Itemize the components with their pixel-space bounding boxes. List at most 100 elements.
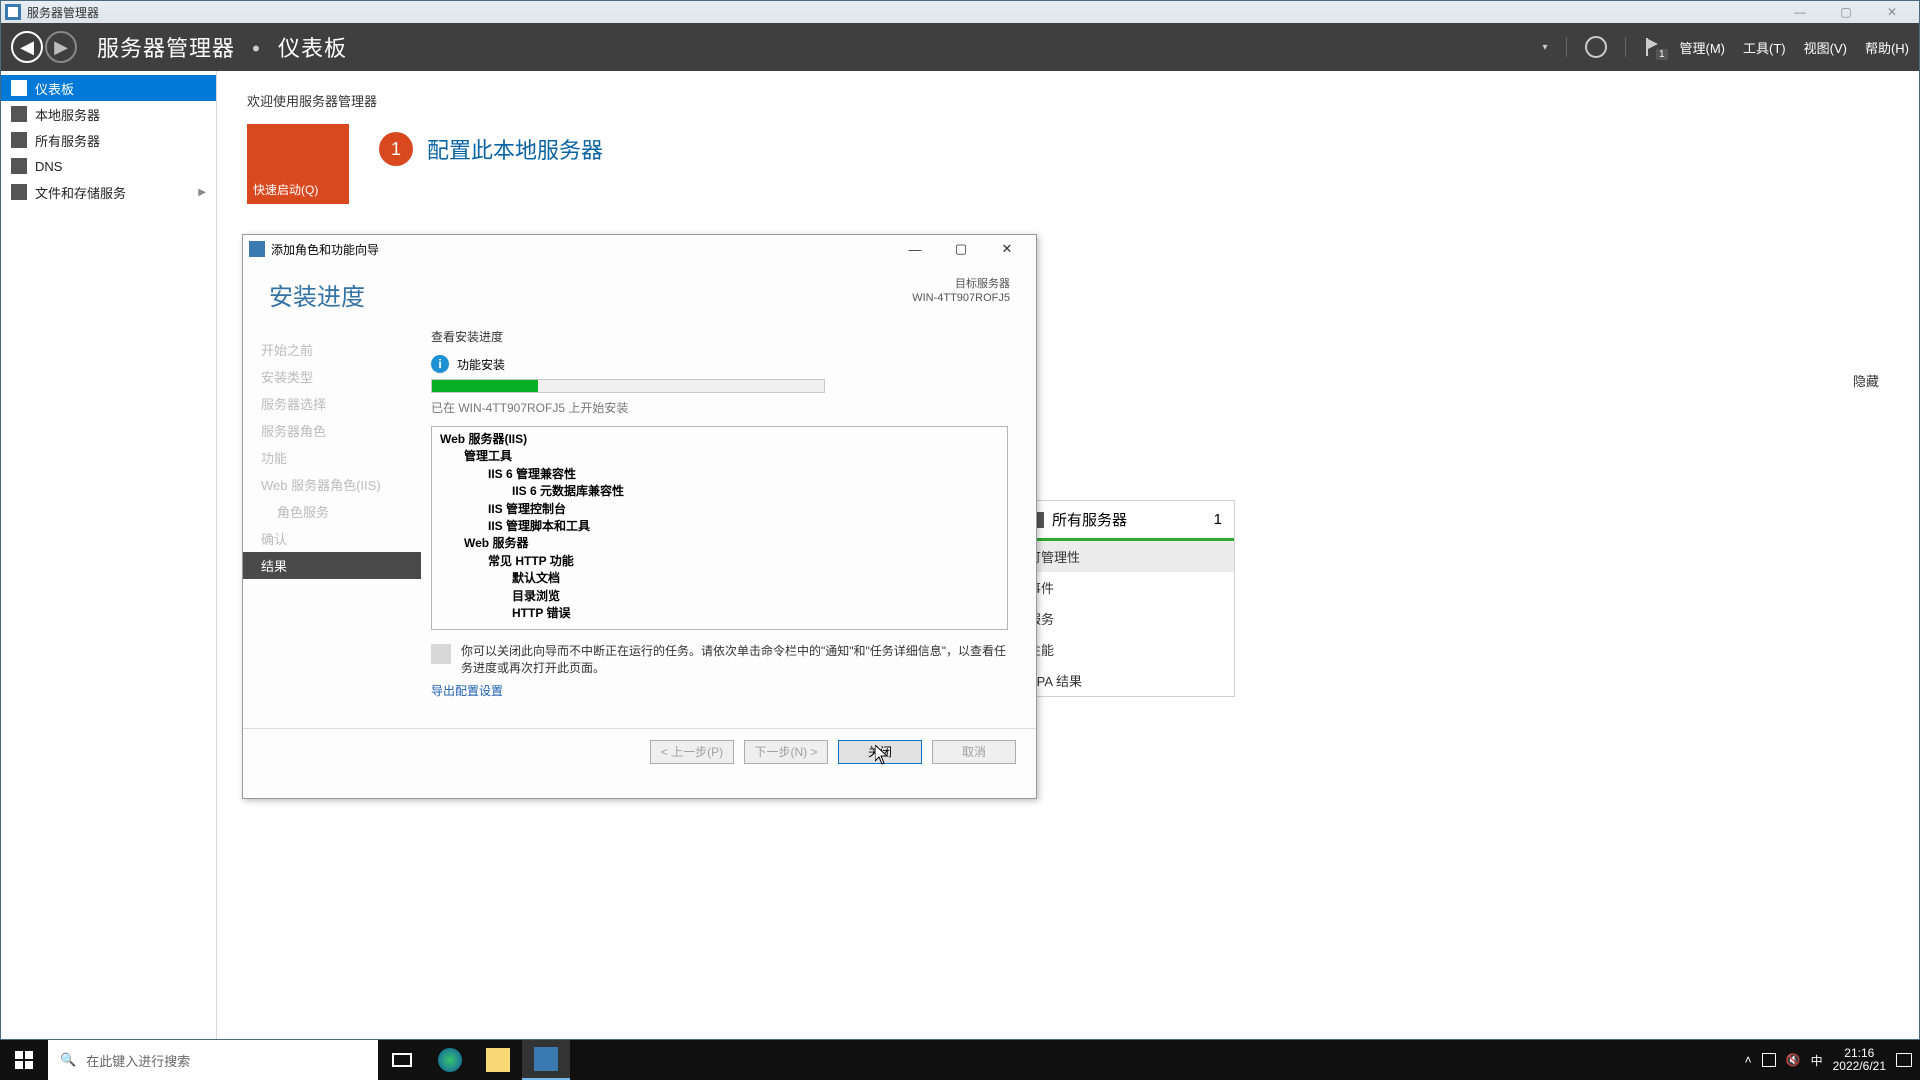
wizard-maximize-button[interactable]: ▢: [938, 236, 984, 262]
card-row-events[interactable]: 事件: [1016, 572, 1234, 603]
taskbar-app-edge[interactable]: [426, 1040, 474, 1080]
tray-clock[interactable]: 21:16 2022/6/21: [1833, 1047, 1886, 1073]
install-progress-bar: [431, 379, 825, 393]
tree-item: 常见 HTTP 功能: [440, 553, 999, 570]
wizard-step: 确认: [243, 525, 421, 552]
sidebar-item-file-storage[interactable]: 文件和存储服务▶: [1, 179, 216, 205]
edge-icon: [438, 1048, 462, 1072]
taskbar-app-explorer[interactable]: [474, 1040, 522, 1080]
search-icon: 🔍: [60, 1052, 76, 1068]
wizard-heading: 安装进度: [269, 277, 365, 312]
wizard-step: 功能: [243, 444, 421, 471]
menu-help[interactable]: 帮助(H): [1865, 38, 1909, 57]
folder-icon: [486, 1048, 510, 1072]
card-row-services[interactable]: 服务: [1016, 603, 1234, 634]
server-manager-icon: [5, 4, 21, 20]
tree-item: Web 服务器(IIS): [440, 431, 999, 448]
card-row-performance[interactable]: 性能: [1016, 634, 1234, 665]
sidebar-item-all-servers[interactable]: 所有服务器: [1, 127, 216, 153]
wizard-step: Web 服务器角色(IIS): [243, 471, 421, 498]
servers-icon: [11, 132, 27, 148]
task-view-icon: [392, 1053, 412, 1067]
start-button[interactable]: [0, 1040, 48, 1080]
wizard-icon: [249, 241, 265, 257]
sidebar: 仪表板 本地服务器 所有服务器 DNS 文件和存储服务▶: [1, 71, 217, 1039]
server-icon: [11, 106, 27, 122]
info-icon: i: [431, 355, 449, 373]
wizard-next-button: 下一步(N) >: [744, 740, 828, 764]
wizard-step-list: 开始之前 安装类型 服务器选择 服务器角色 功能 Web 服务器角色(IIS) …: [243, 318, 421, 728]
taskbar-app-server-manager[interactable]: [522, 1040, 570, 1080]
card-title: 所有服务器: [1052, 509, 1127, 530]
sidebar-item-local-server[interactable]: 本地服务器: [1, 101, 216, 127]
progress-subheading: 查看安装进度: [431, 328, 1008, 345]
target-server-name: WIN-4TT907ROFJ5: [912, 291, 1010, 305]
dns-icon: [11, 158, 27, 174]
sidebar-item-dns[interactable]: DNS: [1, 153, 216, 179]
menu-tools[interactable]: 工具(T): [1743, 38, 1786, 57]
dashboard-icon: [11, 80, 27, 96]
wizard-title: 添加角色和功能向导: [271, 241, 379, 258]
install-feature-tree[interactable]: Web 服务器(IIS) 管理工具 IIS 6 管理兼容性 IIS 6 元数据库…: [431, 426, 1008, 630]
breadcrumb-root[interactable]: 服务器管理器: [97, 36, 235, 61]
wizard-close-action-button[interactable]: 关闭: [838, 740, 922, 764]
wizard-step-active: 结果: [243, 552, 421, 579]
tree-item: IIS 管理脚本和工具: [440, 518, 999, 535]
breadcrumb-current: 仪表板: [278, 36, 347, 61]
nav-forward-button: ▶: [45, 31, 77, 63]
nav-back-button[interactable]: ◀: [11, 31, 43, 63]
tree-item: IIS 6 元数据库兼容性: [440, 483, 999, 500]
sidebar-item-dashboard[interactable]: 仪表板: [1, 75, 216, 101]
server-manager-taskbar-icon: [534, 1047, 558, 1071]
search-placeholder: 在此键入进行搜索: [86, 1051, 190, 1070]
breadcrumb: 服务器管理器 • 仪表板: [97, 31, 347, 63]
refresh-icon[interactable]: [1585, 36, 1607, 58]
menu-manage[interactable]: 管理(M): [1680, 38, 1726, 57]
configure-server-link[interactable]: 配置此本地服务器: [427, 133, 603, 165]
export-config-link[interactable]: 导出配置设置: [431, 682, 503, 699]
wizard-prev-button: < 上一步(P): [650, 740, 734, 764]
tree-item: Web 服务器: [440, 535, 999, 552]
windows-logo-icon: [15, 1051, 33, 1069]
tree-item: 默认文档: [440, 570, 999, 587]
wizard-note-text: 你可以关闭此向导而不中断正在运行的任务。请依次单击命令栏中的"通知"和"任务详细…: [461, 642, 1008, 676]
menu-view[interactable]: 视图(V): [1804, 38, 1847, 57]
taskbar: 🔍 在此键入进行搜索 ˄ 🔇 中 21:16 2022/6/21: [0, 1040, 1920, 1080]
quick-start-tile[interactable]: 快速启动(Q): [247, 124, 349, 204]
task-view-button[interactable]: [378, 1040, 426, 1080]
notifications-flag-icon[interactable]: 1: [1644, 38, 1662, 56]
wizard-minimize-button[interactable]: —: [892, 236, 938, 262]
welcome-heading: 欢迎使用服务器管理器: [247, 91, 1889, 110]
tray-volume-icon[interactable]: 🔇: [1786, 1053, 1801, 1067]
tree-item: HTTP 错误: [440, 605, 999, 622]
wizard-cancel-button: 取消: [932, 740, 1016, 764]
dropdown-caret-icon[interactable]: ▾: [1542, 42, 1547, 53]
tray-network-icon[interactable]: [1762, 1053, 1776, 1067]
tree-item: 管理工具: [440, 448, 999, 465]
app-titlebar: 服务器管理器 — ▢ ✕: [1, 1, 1919, 23]
close-button[interactable]: ✕: [1869, 1, 1915, 23]
wizard-step: 安装类型: [243, 363, 421, 390]
wizard-close-button[interactable]: ✕: [984, 236, 1030, 262]
add-roles-wizard-dialog: 添加角色和功能向导 — ▢ ✕ 安装进度 目标服务器 WIN-4TT907ROF…: [242, 234, 1037, 799]
wizard-step: 开始之前: [243, 336, 421, 363]
storage-icon: [11, 184, 27, 200]
hide-link[interactable]: 隐藏: [1853, 371, 1879, 390]
tray-ime-indicator[interactable]: 中: [1811, 1052, 1823, 1069]
maximize-button[interactable]: ▢: [1823, 1, 1869, 23]
card-row-bpa[interactable]: BPA 结果: [1016, 665, 1234, 696]
card-row-manageability[interactable]: 可管理性: [1016, 541, 1234, 572]
tree-item: 目录浏览: [440, 588, 999, 605]
taskbar-search-box[interactable]: 🔍 在此键入进行搜索: [48, 1040, 378, 1080]
tray-action-center-icon[interactable]: [1896, 1053, 1912, 1067]
card-count: 1: [1214, 511, 1222, 528]
window-title: 服务器管理器: [27, 4, 99, 21]
step-number-badge: 1: [379, 132, 413, 166]
command-bar: ◀ ▶ 服务器管理器 • 仪表板 ▾ 1 管理(M) 工具(T) 视图(V) 帮…: [1, 23, 1919, 71]
tray-overflow-icon[interactable]: ˄: [1745, 1053, 1752, 1067]
all-servers-card: 所有服务器 1 可管理性 事件 服务 性能 BPA 结果: [1015, 500, 1235, 697]
install-status: 功能安装: [457, 356, 505, 373]
minimize-button[interactable]: —: [1777, 1, 1823, 23]
tree-item: IIS 6 管理兼容性: [440, 466, 999, 483]
wizard-step: 角色服务: [243, 498, 421, 525]
